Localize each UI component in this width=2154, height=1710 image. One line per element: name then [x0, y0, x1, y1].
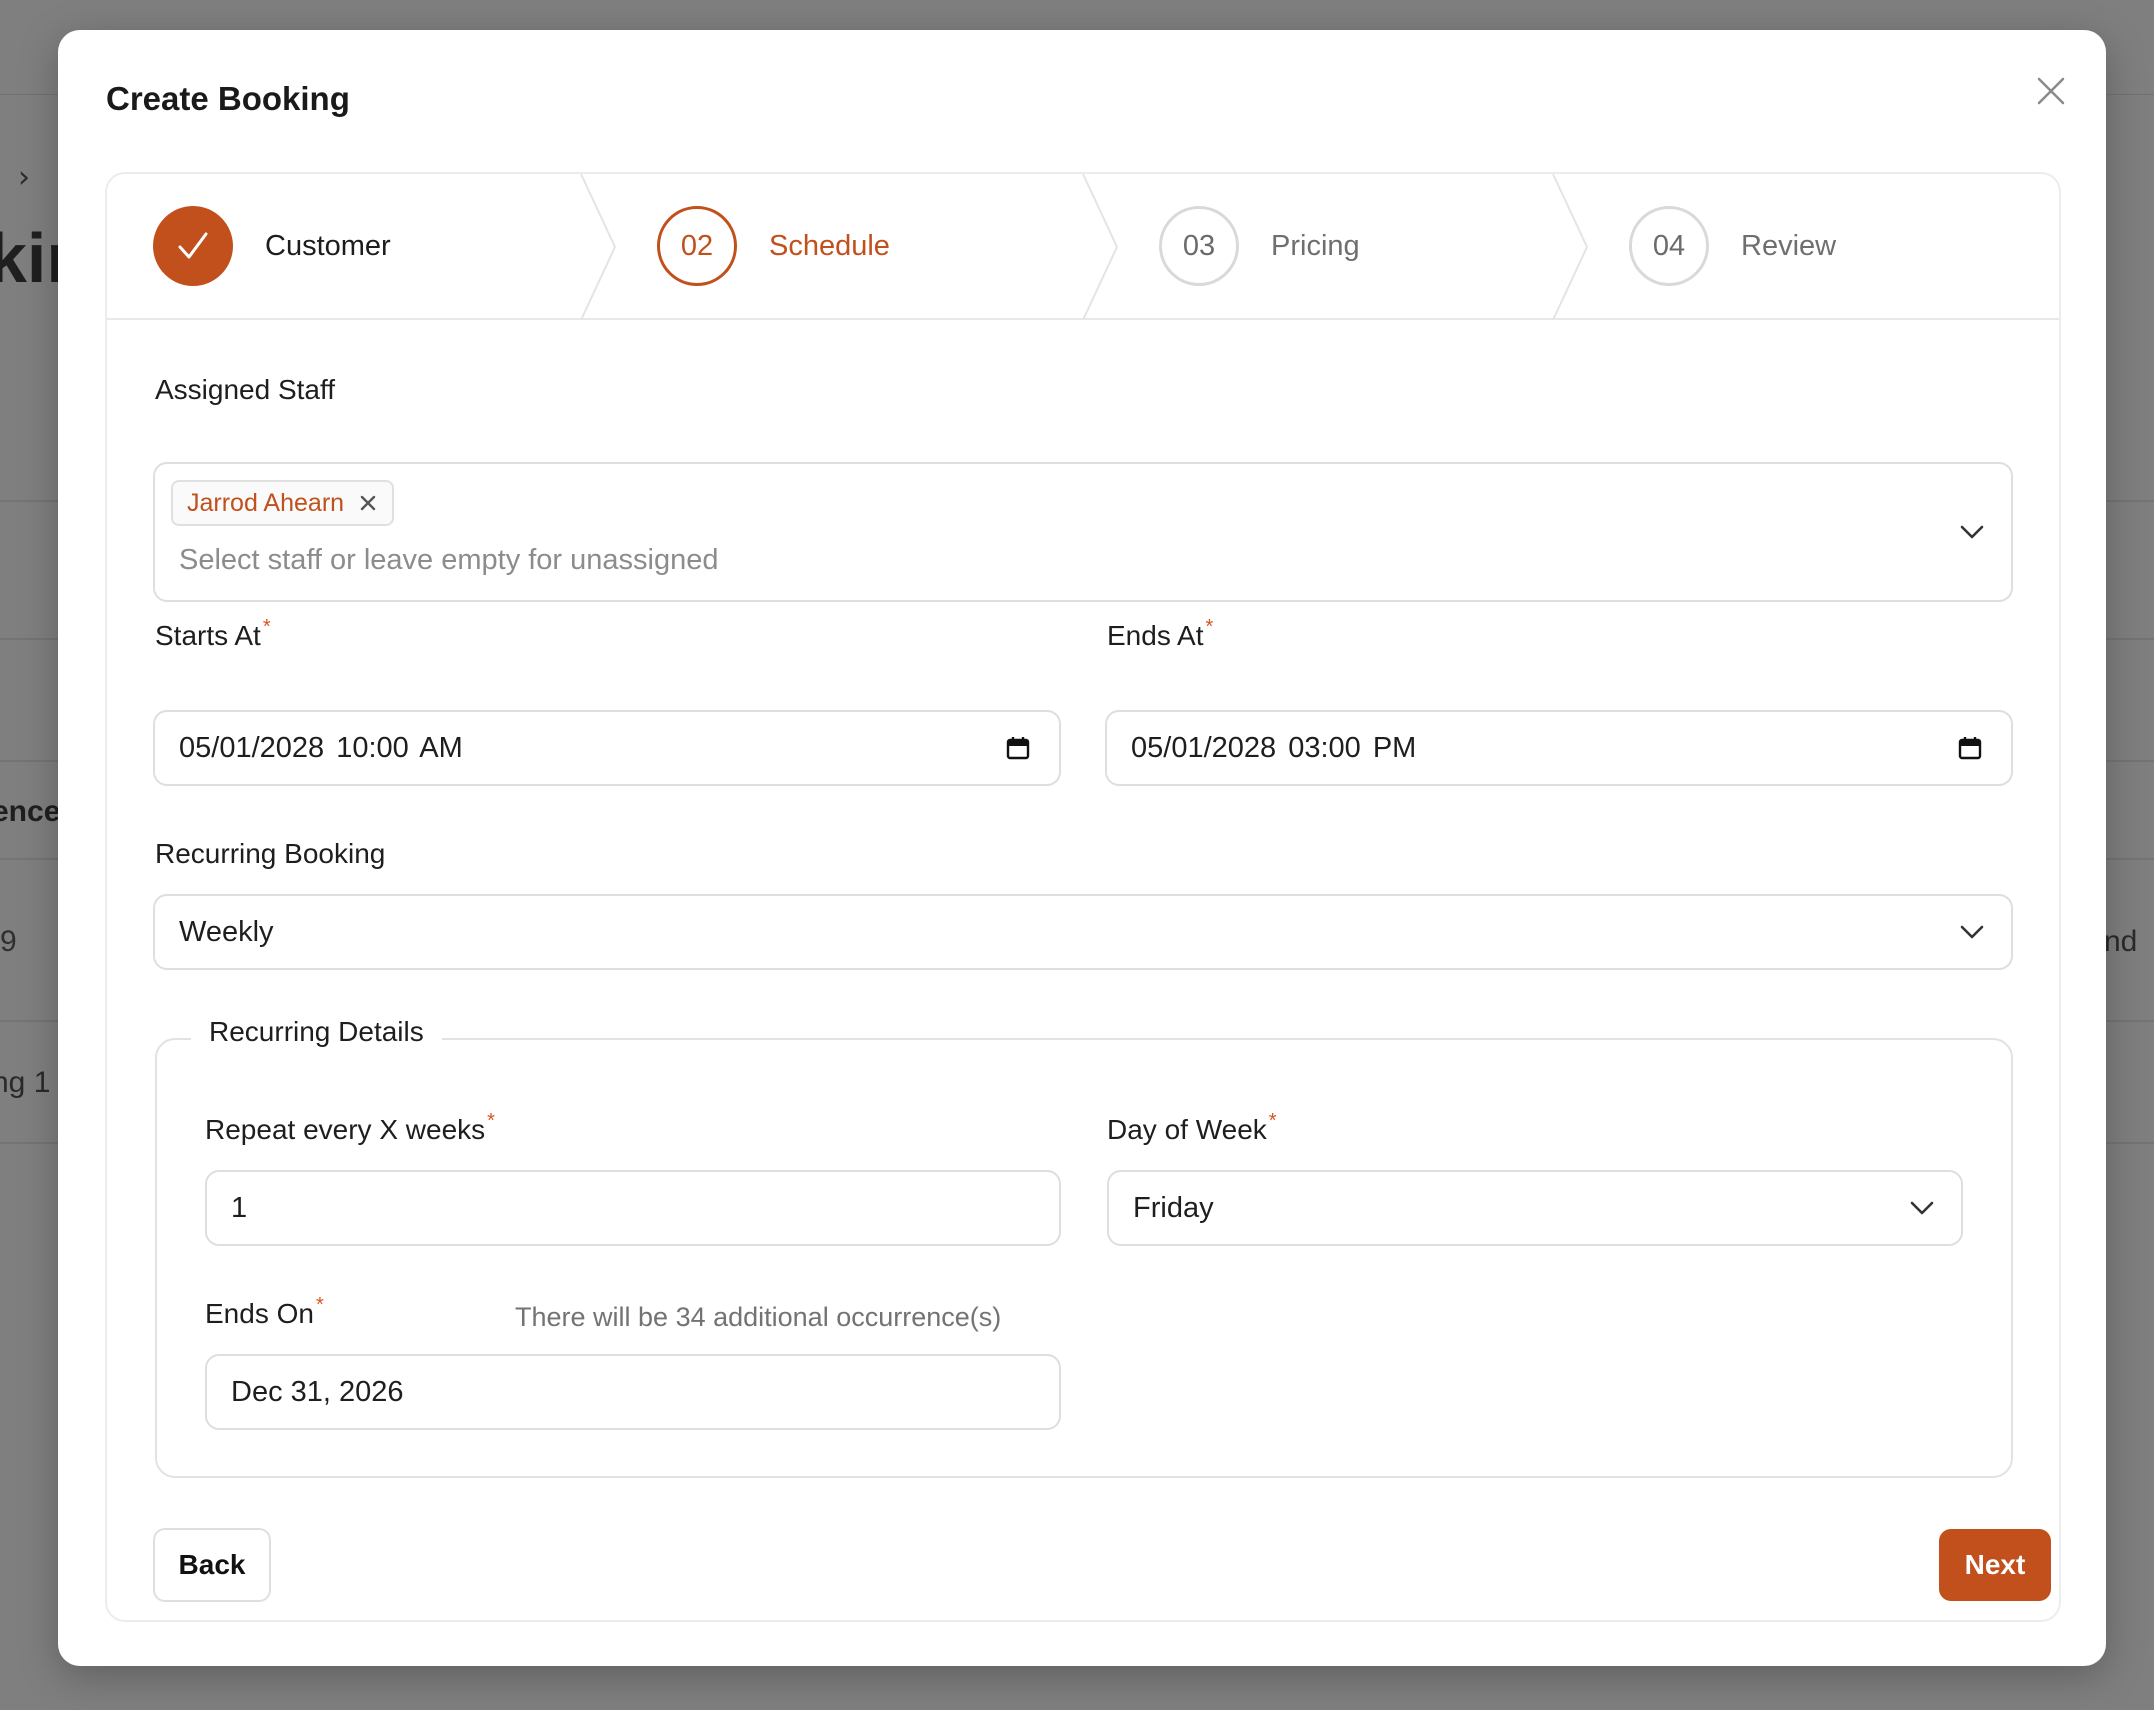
step-label: Review	[1741, 229, 1837, 262]
chevron-down-icon	[1960, 525, 1984, 539]
chevron-down-icon	[1960, 925, 1984, 939]
assigned-staff-multiselect[interactable]: Jarrod Ahearn Select staff or leave empt…	[153, 462, 2013, 602]
staff-tag: Jarrod Ahearn	[171, 480, 395, 526]
step-label: Pricing	[1271, 229, 1360, 262]
step-review[interactable]: 04 Review	[1629, 206, 1836, 286]
recurring-details-fieldset: Recurring Details Repeat every X weeks * …	[155, 1016, 2013, 1478]
day-of-week-label: Day of Week *	[1107, 1110, 1277, 1145]
day-of-week-value: Friday	[1133, 1191, 1214, 1224]
day-of-week-select[interactable]: Friday	[1107, 1170, 1963, 1246]
remove-tag-icon[interactable]	[358, 493, 378, 513]
step-number: 02	[657, 206, 737, 286]
required-asterisk: *	[487, 1110, 495, 1132]
repeat-every-value: 1	[231, 1191, 248, 1224]
calendar-icon[interactable]	[1005, 735, 1031, 761]
step-label: Schedule	[769, 229, 890, 262]
step-label: Customer	[265, 229, 391, 262]
next-button[interactable]: Next	[1939, 1529, 2051, 1601]
wizard-card: Customer 02 Schedule 03 Pricing 04 Revie…	[105, 172, 2061, 1622]
create-booking-modal: Create Booking Customer 02 Schedule 03 P…	[58, 30, 2106, 1666]
starts-at-input[interactable]: 05/01/2028 10:00 AM	[153, 710, 1061, 786]
ends-at-input[interactable]: 05/01/2028 03:00 PM	[1105, 710, 2013, 786]
ends-on-value: Dec 31, 2026	[231, 1375, 404, 1408]
stepper: Customer 02 Schedule 03 Pricing 04 Revie…	[107, 174, 2059, 320]
recurring-booking-label: Recurring Booking	[155, 838, 386, 869]
breadcrumb-chevron-icon: ›	[18, 160, 30, 195]
ends-at-value: 05/01/2028 03:00 PM	[1131, 731, 1417, 764]
checkmark-icon	[178, 232, 208, 259]
step-separator-icon	[580, 174, 617, 320]
calendar-icon[interactable]	[1957, 735, 1983, 761]
recurring-details-legend: Recurring Details	[191, 1016, 442, 1048]
staff-tag-label: Jarrod Ahearn	[187, 488, 345, 517]
step-completed-badge	[153, 206, 233, 286]
step-separator-icon	[1082, 174, 1119, 320]
step-customer[interactable]: Customer	[153, 206, 391, 286]
step-pricing[interactable]: 03 Pricing	[1159, 206, 1360, 286]
ends-on-label: Ends On *	[205, 1294, 324, 1329]
step-number: 03	[1159, 206, 1239, 286]
required-asterisk: *	[315, 1294, 324, 1316]
ends-at-label: Ends At *	[1107, 616, 1214, 651]
required-asterisk: *	[1268, 1110, 1277, 1132]
recurring-booking-select[interactable]: Weekly	[153, 894, 2013, 970]
repeat-every-label: Repeat every X weeks *	[205, 1110, 495, 1145]
background-cell: ng 1	[0, 1066, 51, 1099]
ends-on-input[interactable]: Dec 31, 2026	[205, 1354, 1061, 1430]
required-asterisk: *	[262, 616, 271, 638]
close-icon	[2037, 77, 2065, 105]
staff-placeholder: Select staff or leave empty for unassign…	[179, 544, 719, 576]
background-cell: 9	[0, 925, 17, 958]
step-separator-icon	[1552, 174, 1589, 320]
starts-at-label: Starts At *	[155, 616, 271, 651]
starts-at-value: 05/01/2028 10:00 AM	[179, 731, 463, 764]
background-cell: nd	[2104, 925, 2138, 958]
repeat-every-input[interactable]: 1	[205, 1170, 1061, 1246]
step-schedule[interactable]: 02 Schedule	[657, 206, 890, 286]
chevron-down-icon	[1910, 1201, 1934, 1215]
back-button[interactable]: Back	[153, 1528, 271, 1602]
required-asterisk: *	[1205, 616, 1214, 638]
assigned-staff-label: Assigned Staff	[155, 374, 336, 405]
modal-title: Create Booking	[106, 80, 350, 117]
background-column-header: ence	[0, 795, 61, 828]
recurring-booking-value: Weekly	[179, 915, 274, 948]
close-button[interactable]	[2028, 68, 2074, 114]
step-number: 04	[1629, 206, 1709, 286]
occurrence-count-hint: There will be 34 additional occurrence(s…	[515, 1302, 1002, 1332]
